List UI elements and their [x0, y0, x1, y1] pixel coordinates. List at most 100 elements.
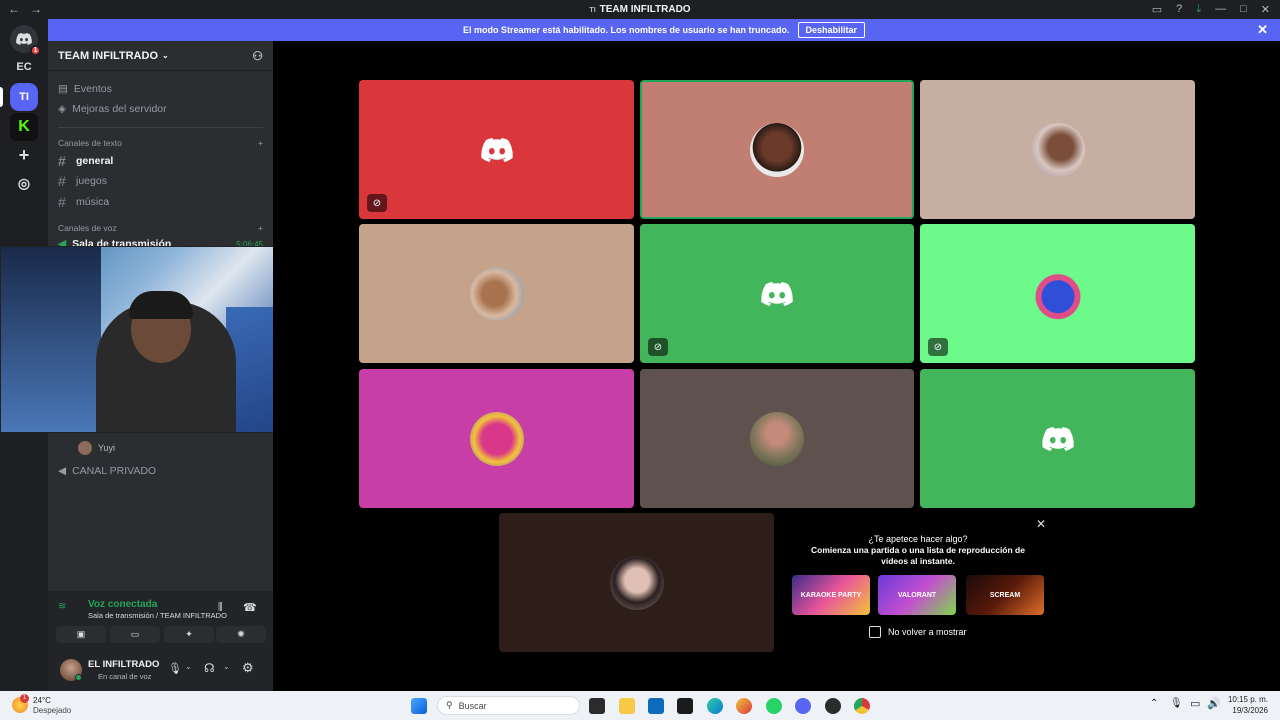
activity-card-karaoke[interactable]: KARAOKE PARTY — [792, 575, 870, 615]
explore-icon[interactable]: ◎ — [10, 169, 38, 197]
noise-suppression-icon[interactable]: ⫼ — [218, 602, 223, 613]
inbox-icon[interactable]: ▭ — [1152, 3, 1162, 16]
task-view-icon[interactable] — [589, 698, 605, 714]
text-category-label: Canales de texto — [58, 138, 122, 148]
headphones-icon[interactable]: ☊ — [204, 661, 215, 675]
user-panel: EL INFILTRADO En canal de voz 🎙 ⌄ ☊ ⌄ ⚙ — [48, 653, 273, 691]
tray-chevron-icon[interactable]: ⌃ — [1150, 698, 1158, 709]
participant-avatar — [469, 411, 524, 466]
participant-tile[interactable] — [640, 369, 914, 508]
participant-tile[interactable] — [359, 369, 634, 508]
close-window-button[interactable]: ✕ — [1261, 3, 1270, 16]
edge-icon[interactable] — [707, 698, 723, 714]
channel-musica[interactable]: # música — [58, 194, 109, 210]
clock-time[interactable]: 10:15 p. m. — [1224, 695, 1268, 704]
server-header[interactable]: TEAM INFILTRADO ⌄ ⚇ — [48, 41, 273, 71]
discord-home-icon[interactable]: 1 — [10, 25, 41, 56]
chevron-down-icon: ⌄ — [162, 51, 169, 60]
participant-tile[interactable]: ⊘ — [359, 80, 634, 219]
participant-tile[interactable] — [920, 80, 1195, 219]
tray-volume-icon[interactable]: 🔊 — [1207, 697, 1221, 710]
calendar-icon: ▤ — [58, 83, 68, 95]
tray-display-icon[interactable]: ▭ — [1190, 697, 1200, 710]
title-server-tag: TI — [589, 7, 596, 14]
mic-options-chevron-icon[interactable]: ⌄ — [185, 662, 192, 671]
dont-show-label: No volver a mostrar — [888, 627, 967, 637]
boosts-item[interactable]: ◈ Mejoras del servidor — [58, 103, 167, 115]
participant-tile[interactable] — [640, 80, 914, 219]
disconnect-icon[interactable]: ☎ — [243, 601, 257, 614]
activities-button[interactable]: ✦ — [164, 626, 214, 643]
microphone-icon[interactable]: 🎙 — [168, 662, 182, 675]
activity-card-label: SCREAM — [989, 591, 1021, 599]
channel-general[interactable]: # general — [58, 153, 113, 169]
obs-icon[interactable] — [825, 698, 841, 714]
guild-ec[interactable]: EC — [10, 53, 38, 81]
settings-gear-icon[interactable]: ⚙ — [242, 660, 254, 676]
participant-tile[interactable]: ⊘ — [920, 224, 1195, 363]
add-voice-channel-icon[interactable]: + — [258, 223, 263, 233]
minimize-button[interactable]: — — [1215, 3, 1226, 16]
online-status-dot — [75, 674, 82, 681]
maximize-button[interactable]: □ — [1240, 3, 1247, 16]
invite-icon[interactable]: ⚇ — [252, 49, 263, 63]
file-explorer-icon[interactable] — [619, 698, 635, 714]
server-name: TEAM INFILTRADO — [58, 49, 159, 62]
activity-suggestion-panel: ✕ ¿Te apetece hacer algo? Comienza una p… — [782, 513, 1054, 652]
banner-close-icon[interactable]: ✕ — [1257, 22, 1268, 38]
activity-card-valorant[interactable]: VALORANT — [878, 575, 956, 615]
guild-kick[interactable]: K — [10, 113, 38, 141]
store-icon[interactable] — [648, 698, 664, 714]
screen-share-button[interactable]: ▭ — [110, 626, 160, 643]
channel-juegos[interactable]: # juegos — [58, 173, 107, 189]
windows-taskbar: 1 24°C Despejado ⚲ Buscar ⌃ 🎙 ▭ 🔊 10:15 p… — [0, 691, 1280, 720]
chrome-icon[interactable] — [854, 698, 870, 714]
channel-label: general — [76, 155, 114, 167]
help-icon[interactable]: ? — [1176, 3, 1182, 16]
audio-options-chevron-icon[interactable]: ⌄ — [223, 662, 230, 671]
guild-team-infiltrado[interactable]: TI — [10, 83, 38, 111]
close-suggestion-icon[interactable]: ✕ — [1036, 517, 1046, 531]
participant-avatar — [469, 266, 524, 321]
browser-icon[interactable] — [736, 698, 752, 714]
add-server-icon[interactable]: + — [10, 141, 38, 169]
activity-card-label: KARAOKE PARTY — [800, 591, 862, 599]
camera-button[interactable]: ▣ — [56, 626, 106, 643]
dont-show-checkbox[interactable] — [869, 626, 881, 638]
text-category[interactable]: Canales de texto + — [58, 138, 263, 148]
voice-member-yuyi[interactable]: Yuyi — [78, 441, 115, 455]
disable-streamer-button[interactable]: Deshabilitar — [797, 22, 866, 38]
participant-tile[interactable] — [499, 513, 774, 652]
signal-icon[interactable]: ≋ — [58, 601, 66, 612]
search-icon: ⚲ — [446, 700, 453, 710]
soundboard-button[interactable]: ✺ — [216, 626, 266, 643]
start-menu-icon[interactable] — [411, 698, 427, 714]
private-voice-channel[interactable]: ◀ CANAL PRIVADO — [58, 465, 156, 477]
weather-badge: 1 — [20, 694, 29, 703]
guild-ti-label: TI — [19, 91, 29, 103]
streamer-mode-banner: El modo Streamer está habilitado. Los no… — [48, 19, 1280, 41]
user-status: En canal de voz — [98, 672, 152, 681]
capcut-icon[interactable] — [677, 698, 693, 714]
voice-location[interactable]: Sala de transmisión / TEAM INFILTRADO — [88, 611, 227, 620]
add-channel-icon[interactable]: + — [258, 138, 263, 148]
voice-connection-panel: ≋ Voz conectada Sala de transmisión / TE… — [48, 591, 273, 691]
voice-category[interactable]: Canales de voz + — [58, 223, 263, 233]
activity-title: ¿Te apetece hacer algo? — [868, 534, 968, 544]
participant-avatar — [750, 411, 804, 466]
participant-tile[interactable]: ⊘ — [640, 224, 914, 363]
participant-tile[interactable] — [920, 369, 1195, 508]
whatsapp-icon[interactable] — [766, 698, 782, 714]
taskbar-search[interactable]: ⚲ Buscar — [437, 696, 580, 715]
download-icon[interactable]: ⤓ — [1196, 3, 1201, 16]
channel-label: juegos — [76, 175, 107, 187]
discord-taskbar-icon[interactable] — [795, 698, 811, 714]
muted-icon: ⊘ — [367, 194, 387, 212]
clock-date[interactable]: 19/3/2026 — [1224, 706, 1268, 715]
hash-icon: # — [58, 153, 66, 169]
tray-mic-icon[interactable]: 🎙 — [1170, 698, 1183, 709]
participant-avatar — [750, 122, 804, 177]
activity-card-scream[interactable]: SCREAM — [966, 575, 1044, 615]
participant-tile[interactable] — [359, 224, 634, 363]
events-item[interactable]: ▤ Eventos — [58, 83, 112, 95]
